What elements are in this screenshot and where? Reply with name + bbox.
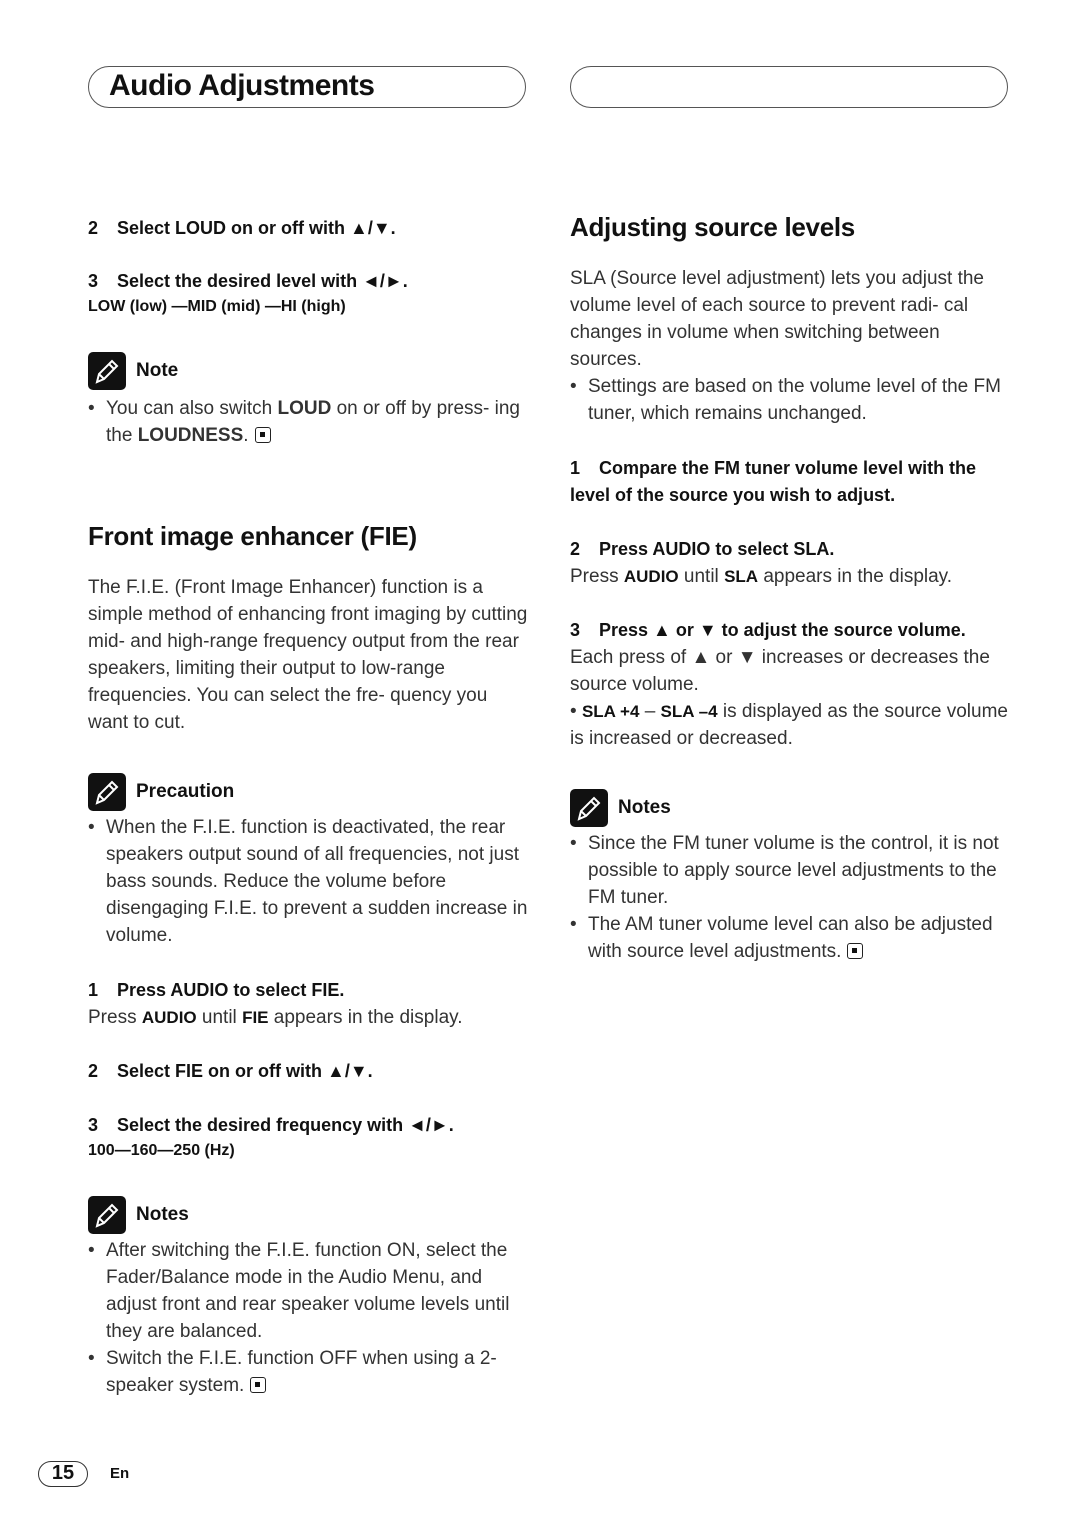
section-header: Audio Adjustments	[88, 66, 526, 108]
fie-note-bullet: • After switching the F.I.E. function ON,…	[88, 1240, 510, 1342]
fie-step-1-desc: Press AUDIO until FIE appears in the dis…	[88, 1007, 463, 1028]
end-mark-icon	[250, 1377, 267, 1393]
sla-step-3: 3 Press ▲ or ▼ to adjust the source volum…	[570, 620, 966, 640]
loud-levels: LOW (low) —MID (mid) —HI (high)	[88, 298, 346, 315]
fie-heading: Front image enhancer (FIE)	[88, 521, 417, 551]
sla-step-3-bullet: • SLA +4 – SLA –4 is displayed as the so…	[570, 701, 1008, 749]
precaution-header: Precaution	[88, 772, 528, 812]
pencil-note-icon	[88, 773, 126, 811]
loud-note-bullet: • You can also switch LOUD on or off by p…	[88, 398, 520, 446]
sla-step-2: 2 Press AUDIO to select SLA.	[570, 539, 835, 559]
pencil-note-icon	[88, 352, 126, 390]
fie-frequencies: 100—160—250 (Hz)	[88, 1142, 235, 1159]
left-column: 2 Select LOUD on or off with ▲/▼. 3 Select…	[88, 215, 528, 1399]
fie-intro: The F.I.E. (Front Image Enhancer) functi…	[88, 577, 528, 733]
loud-step-3: 3 Select the desired level with ◄/►.	[88, 271, 408, 291]
sla-step-3-desc: Each press of ▲ or ▼ increases or decrea…	[570, 647, 990, 695]
language-label: En	[110, 1465, 130, 1482]
section-title: Audio Adjustments	[109, 69, 375, 102]
fie-notes-header: Notes	[88, 1195, 528, 1235]
end-mark-icon	[847, 943, 864, 959]
loud-step-2: 2 Select LOUD on or off with ▲/▼.	[88, 218, 396, 238]
sla-step-2-desc: Press AUDIO until SLA appears in the dis…	[570, 566, 953, 587]
note-header: Note	[88, 351, 528, 391]
fie-step-3: 3 Select the desired frequency with ◄/►.	[88, 1115, 454, 1135]
sla-heading: Adjusting source levels	[570, 212, 855, 242]
fie-step-1: 1 Press AUDIO to select FIE.	[88, 980, 345, 1000]
header-blank-box	[570, 66, 1008, 108]
sla-note-bullet: • Since the FM tuner volume is the contro…	[570, 833, 999, 908]
sla-step-1: 1 Compare the FM tuner volume level with …	[570, 458, 977, 505]
sla-note-bullet: • The AM tuner volume level can also be a…	[570, 914, 993, 962]
fie-step-2: 2 Select FIE on or off with ▲/▼.	[88, 1061, 373, 1081]
fie-note-bullet: • Switch the F.I.E. function OFF when usi…	[88, 1348, 497, 1396]
sla-notes-header: Notes	[570, 788, 1010, 828]
pencil-note-icon	[570, 789, 608, 827]
sla-bullet: • Settings are based on the volume level …	[570, 376, 1001, 424]
right-column: Adjusting source levels SLA (Source leve…	[570, 212, 1010, 965]
page-number: 15	[38, 1461, 88, 1487]
sla-intro: SLA (Source level adjustment) lets you a…	[570, 268, 985, 370]
pencil-note-icon	[88, 1196, 126, 1234]
precaution-bullet: • When the F.I.E. function is deactivated…	[88, 817, 528, 946]
end-mark-icon	[254, 427, 271, 443]
